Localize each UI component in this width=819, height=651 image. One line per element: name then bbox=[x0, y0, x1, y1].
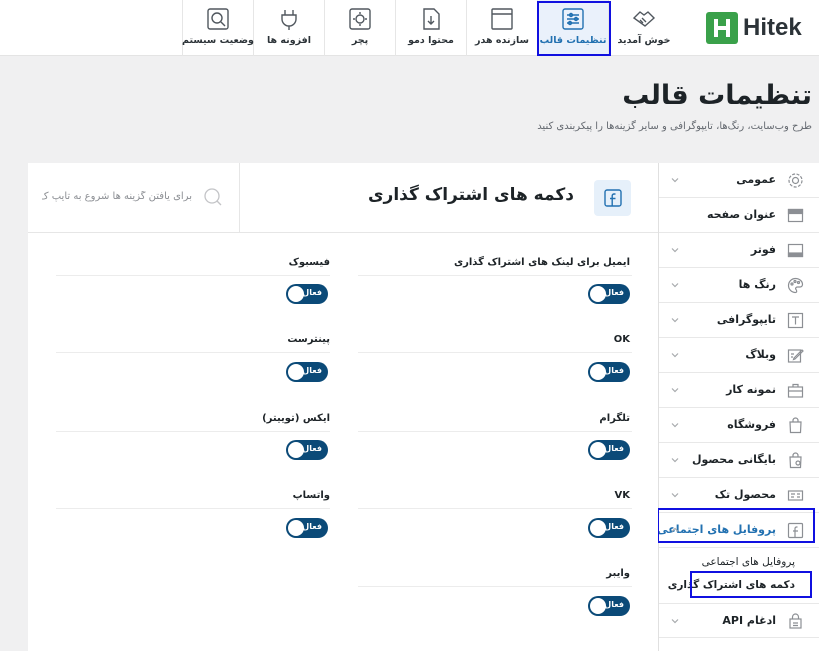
sidebar-item-typography[interactable]: تایپوگرافی bbox=[659, 303, 819, 338]
section-icon bbox=[594, 180, 631, 216]
field-label-pinterest: پینترست bbox=[287, 334, 330, 345]
api-icon bbox=[789, 613, 802, 629]
search-input[interactable]: برای یافتن گزینه ها شروع به تایپ ک bbox=[42, 191, 192, 202]
logo[interactable]: Hitek bbox=[706, 10, 814, 46]
chevron-down-icon bbox=[671, 353, 679, 358]
toggle-facebook[interactable]: فعال bbox=[286, 284, 328, 304]
field-label-viber: وایبر bbox=[606, 568, 630, 579]
tab-demo-content[interactable]: محتوا دمو bbox=[395, 0, 466, 56]
field-divider bbox=[56, 352, 330, 353]
chevron-down-icon bbox=[671, 283, 679, 288]
handshake-icon bbox=[632, 11, 656, 27]
gear-icon bbox=[788, 173, 803, 188]
search-icon bbox=[204, 188, 222, 206]
facebook-icon bbox=[603, 189, 622, 207]
toggle-x-twitter[interactable]: فعال bbox=[286, 440, 328, 460]
blog-edit-icon bbox=[787, 349, 804, 363]
field-label-whatsapp: واتساپ bbox=[292, 490, 330, 501]
section-title: دکمه های اشتراک گذاری bbox=[367, 185, 574, 205]
field-label-telegram: تلگرام bbox=[599, 413, 630, 424]
chevron-down-icon bbox=[671, 423, 679, 428]
highlight-box-sidebar-item bbox=[657, 508, 815, 543]
chevron-down-icon bbox=[671, 458, 679, 463]
chevron-down-icon bbox=[671, 248, 679, 253]
toggle-state-label: فعال bbox=[604, 600, 624, 609]
header-layout-icon bbox=[491, 8, 513, 30]
toggle-state-label: فعال bbox=[302, 522, 322, 531]
field-divider bbox=[358, 508, 632, 509]
settings-gear-icon bbox=[349, 8, 371, 30]
shopping-bag-icon bbox=[789, 417, 802, 434]
archive-icon bbox=[789, 452, 802, 469]
toggle-pinterest[interactable]: فعال bbox=[286, 362, 328, 382]
toggle-vk[interactable]: فعال bbox=[588, 518, 630, 538]
toggle-state-label: فعال bbox=[302, 288, 322, 297]
field-label-ok: OK bbox=[613, 334, 630, 345]
field-divider bbox=[56, 508, 330, 509]
tab-plugins[interactable]: افزونه ها bbox=[253, 0, 324, 56]
highlight-box-submenu-item bbox=[690, 571, 812, 598]
plug-icon bbox=[281, 10, 297, 30]
field-label-x-twitter: ایکس (توییتر) bbox=[262, 413, 330, 424]
sidebar-item-footer[interactable]: فوتر bbox=[659, 233, 819, 268]
field-divider bbox=[358, 431, 632, 432]
toggle-whatsapp[interactable]: فعال bbox=[286, 518, 328, 538]
chevron-down-icon bbox=[671, 619, 679, 624]
briefcase-icon bbox=[787, 383, 804, 398]
tab-patcher[interactable]: پچر bbox=[324, 0, 395, 56]
footer-icon bbox=[787, 243, 804, 258]
logo-text: Hitek bbox=[743, 14, 802, 41]
sidebar-item-page-title[interactable]: عنوان صفحه bbox=[659, 198, 819, 233]
toggle-state-label: فعال bbox=[604, 288, 624, 297]
tab-system-status[interactable]: وضعیت سیستم bbox=[182, 0, 254, 56]
tab-header-builder[interactable]: سازنده هدر bbox=[466, 0, 537, 56]
panel-header: برای یافتن گزینه ها شروع به تایپ ک دکمه … bbox=[28, 163, 658, 233]
field-divider bbox=[358, 275, 632, 276]
palette-icon bbox=[787, 277, 804, 294]
toggle-viber[interactable]: فعال bbox=[588, 596, 630, 616]
chevron-down-icon bbox=[671, 388, 679, 393]
toggle-state-label: فعال bbox=[604, 444, 624, 453]
sidebar-item-api-integration[interactable]: ادغام API bbox=[659, 603, 819, 638]
toggle-state-label: فعال bbox=[604, 366, 624, 375]
sidebar-item-colors[interactable]: رنگ ها bbox=[659, 268, 819, 303]
tab-welcome[interactable]: خوش آمدید bbox=[608, 0, 679, 56]
field-label-vk: VK bbox=[614, 490, 631, 501]
toggle-email[interactable]: فعال bbox=[588, 284, 630, 304]
sidebar-item-general[interactable]: عمومی bbox=[659, 163, 819, 198]
field-divider bbox=[358, 352, 632, 353]
toggle-state-label: فعال bbox=[604, 522, 624, 531]
single-product-icon bbox=[787, 490, 804, 501]
page-subtitle: طرح وب‌سایت، رنگ‌ها، تایپوگرافی و سایر گ… bbox=[537, 121, 812, 132]
system-status-icon bbox=[207, 8, 229, 30]
highlight-box-tab bbox=[537, 1, 611, 56]
chevron-down-icon bbox=[671, 493, 679, 498]
sidebar-item-shop[interactable]: فروشگاه bbox=[659, 408, 819, 443]
import-file-icon bbox=[423, 8, 440, 30]
page-title: تنظیمات قالب bbox=[622, 80, 812, 111]
sidebar-item-product-archive[interactable]: بایگانی محصول bbox=[659, 443, 819, 478]
top-bar: Hitek خوش آمدید تنظیمات قالب سازنده هدر … bbox=[0, 0, 819, 56]
option-search[interactable]: برای یافتن گزینه ها شروع به تایپ ک bbox=[28, 163, 240, 233]
settings-panel: برای یافتن گزینه ها شروع به تایپ ک دکمه … bbox=[28, 163, 658, 651]
toggle-state-label: فعال bbox=[302, 444, 322, 453]
chevron-down-icon bbox=[671, 318, 679, 323]
submenu-item-social-profiles[interactable]: پروفایل های اجتماعی bbox=[702, 556, 795, 568]
toggle-state-label: فعال bbox=[302, 366, 322, 375]
toggle-telegram[interactable]: فعال bbox=[588, 440, 630, 460]
sidebar-item-portfolio[interactable]: نمونه کار bbox=[659, 373, 819, 408]
title-bar-icon bbox=[787, 208, 804, 223]
field-divider bbox=[358, 586, 632, 587]
field-divider bbox=[56, 275, 330, 276]
logo-mark-icon bbox=[706, 12, 738, 44]
field-label-email: ایمیل برای لینک های اشتراک گذاری bbox=[453, 257, 630, 268]
toggle-ok[interactable]: فعال bbox=[588, 362, 630, 382]
chevron-down-icon bbox=[671, 178, 679, 183]
sidebar-item-blog[interactable]: وبلاگ bbox=[659, 338, 819, 373]
field-divider bbox=[56, 431, 330, 432]
typography-icon bbox=[787, 312, 804, 329]
field-label-facebook: فیسبوک bbox=[288, 257, 330, 268]
